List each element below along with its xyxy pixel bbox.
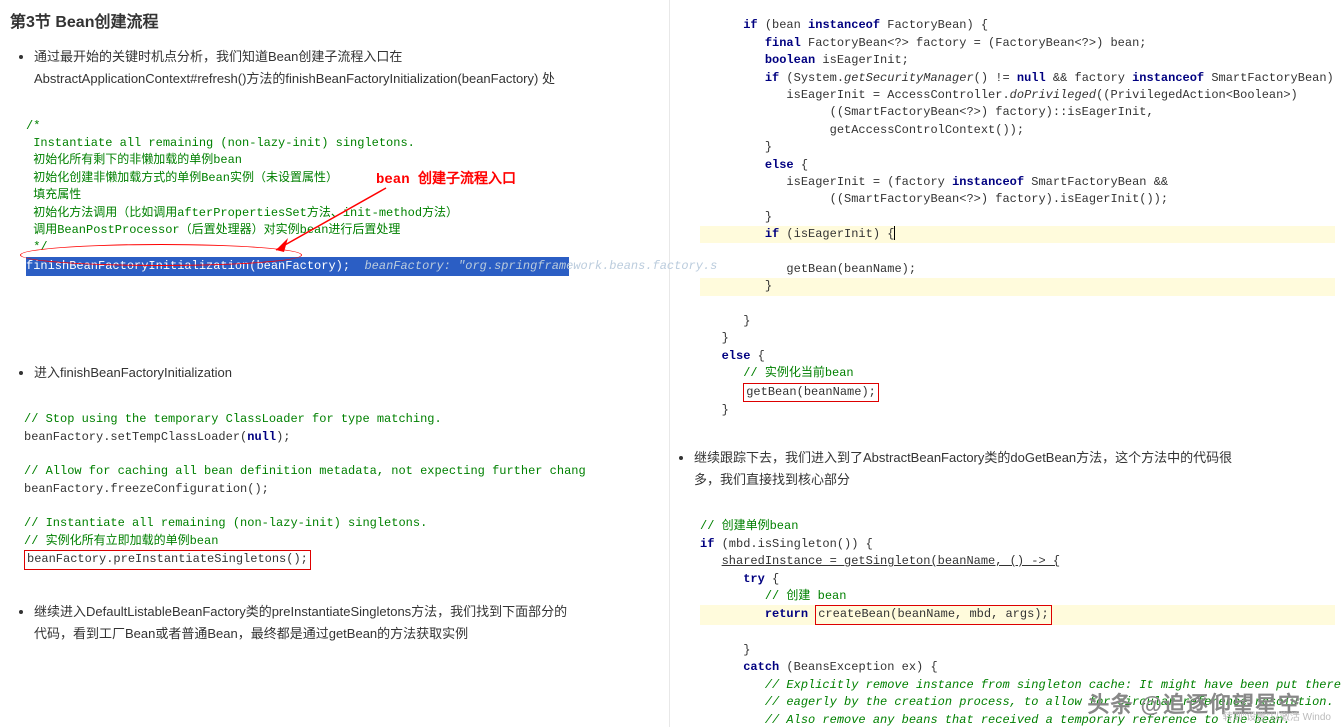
code-line: beanFactory.freezeConfiguration();	[24, 482, 269, 496]
comment: // Stop using the temporary ClassLoader …	[24, 412, 442, 426]
highlighted-code-line: finishBeanFactoryInitialization(beanFact…	[26, 257, 569, 276]
highlighted-line: }	[700, 278, 1335, 295]
section-heading: 第3节 Bean创建流程	[10, 8, 659, 32]
arrow-icon	[266, 180, 396, 260]
bullet-item: 继续进入DefaultListableBeanFactory类的preInsta…	[34, 601, 659, 645]
bullet-list-right-1: 继续跟踪下去，我们进入到了AbstractBeanFactory类的doGetB…	[670, 447, 1335, 491]
annotation-label: bean 创建子流程入口	[376, 170, 516, 190]
text: 继续跟踪下去，我们进入到了AbstractBeanFactory类的doGetB…	[694, 450, 1232, 465]
text: 继续进入DefaultListableBeanFactory类的preInsta…	[34, 604, 567, 619]
text: 多，我们直接找到核心部分	[694, 472, 850, 487]
code-block-2: // Stop using the temporary ClassLoader …	[24, 394, 659, 587]
red-box-marker: createBean(beanName, mbd, args);	[815, 605, 1051, 624]
code-block-1: /* Instantiate all remaining (non-lazy-i…	[26, 100, 659, 345]
comment: 初始化方法调用（比如调用afterPropertiesSet方法、init-me…	[26, 206, 458, 220]
comment: 调用BeanPostProcessor（后置处理器）对实例bean进行后置处理	[26, 223, 400, 237]
code-line: beanFactory.preInstantiateSingletons();	[27, 552, 308, 566]
text: 代码，看到工厂Bean或者普通Bean，最终都是通过getBean的方法获取实例	[34, 626, 468, 641]
red-box-marker: getBean(beanName);	[743, 383, 879, 402]
inline-hint: beanFactory: "org.springframework.beans.…	[350, 259, 717, 273]
bullet-item: 通过最开始的关键时机点分析，我们知道Bean创建子流程入口在 AbstractA…	[34, 46, 659, 90]
comment: Instantiate all remaining (non-lazy-init…	[26, 136, 415, 150]
bullet-item: 进入finishBeanFactoryInitialization	[34, 362, 659, 384]
bullet-list-2: 进入finishBeanFactoryInitialization	[10, 362, 659, 384]
code-line: beanFactory.setTempClassLoader(null);	[24, 430, 290, 444]
code-block-right-1: if (bean instanceof FactoryBean) { final…	[700, 0, 1335, 437]
caret-icon	[894, 226, 895, 240]
bullet-item: 继续跟踪下去，我们进入到了AbstractBeanFactory类的doGetB…	[694, 447, 1335, 491]
red-box-marker: beanFactory.preInstantiateSingletons();	[24, 550, 311, 569]
highlighted-line: return createBean(beanName, mbd, args);	[700, 605, 1335, 624]
bullet-list-3: 继续进入DefaultListableBeanFactory类的preInsta…	[10, 601, 659, 645]
code-text: finishBeanFactoryInitialization(beanFact…	[26, 259, 350, 273]
comment: */	[26, 240, 48, 254]
activation-hint: 转到"设置"以激活 Windo	[1223, 708, 1331, 723]
bullet-list-1: 通过最开始的关键时机点分析，我们知道Bean创建子流程入口在 AbstractA…	[10, 46, 659, 90]
code-block-right-2: // 创建单例bean if (mbd.isSingleton()) { sha…	[700, 501, 1335, 727]
text: 通过最开始的关键时机点分析，我们知道Bean创建子流程入口在	[34, 49, 402, 64]
comment: // Allow for caching all bean definition…	[24, 464, 586, 478]
right-column: if (bean instanceof FactoryBean) { final…	[670, 0, 1341, 727]
left-column: 第3节 Bean创建流程 通过最开始的关键时机点分析，我们知道Bean创建子流程…	[0, 0, 670, 727]
comment: // Instantiate all remaining (non-lazy-i…	[24, 516, 427, 530]
two-column-document: 第3节 Bean创建流程 通过最开始的关键时机点分析，我们知道Bean创建子流程…	[0, 0, 1341, 727]
comment: 初始化创建非懒加载方式的单例Bean实例（未设置属性）	[26, 171, 338, 185]
comment: 填充属性	[26, 188, 81, 202]
comment: 初始化所有剩下的非懒加载的单例bean	[26, 153, 242, 167]
comment: // 实例化所有立即加载的单例bean	[24, 534, 218, 548]
text: AbstractApplicationContext#refresh()方法的f…	[34, 71, 555, 86]
comment: /*	[26, 119, 40, 133]
highlighted-line: if (isEagerInit) {	[700, 226, 1335, 243]
